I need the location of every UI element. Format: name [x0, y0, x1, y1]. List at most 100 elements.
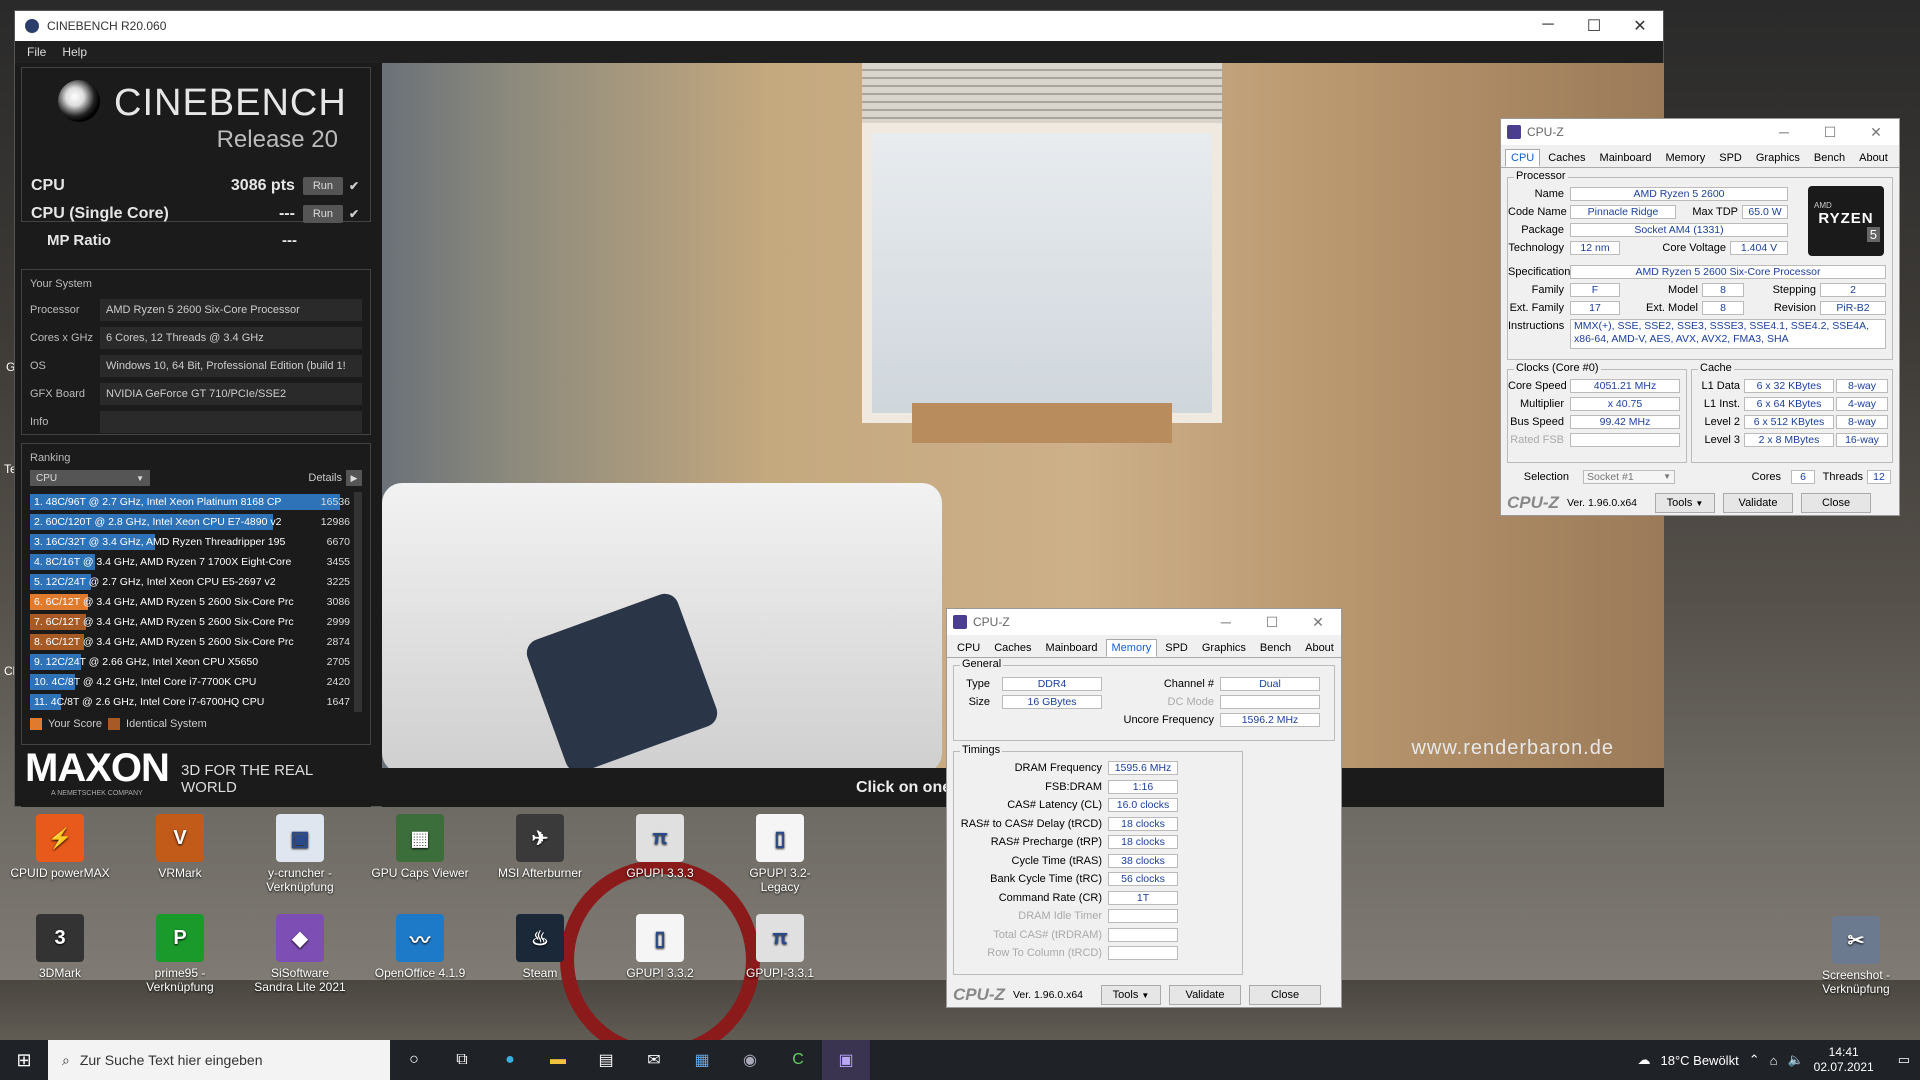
edge-icon[interactable]: ●: [486, 1040, 534, 1080]
close-app-button[interactable]: Close: [1801, 493, 1872, 513]
ranking-row[interactable]: 11. 4C/8T @ 2.6 GHz, Intel Core i7-6700H…: [30, 692, 362, 712]
maximize-button[interactable]: ☐: [1807, 124, 1853, 141]
ranking-row[interactable]: 2. 60C/120T @ 2.8 GHz, Intel Xeon CPU E7…: [30, 512, 362, 532]
desktop-icon[interactable]: V VRMark: [130, 814, 230, 880]
minimize-button[interactable]: ─: [1203, 614, 1249, 631]
single-check-icon[interactable]: ✔: [349, 207, 359, 221]
logo-title: CINEBENCH: [114, 82, 347, 124]
tab-caches[interactable]: Caches: [988, 639, 1037, 657]
desktop-icon[interactable]: ▦ GPU Caps Viewer: [370, 814, 470, 880]
close-button[interactable]: ✕: [1617, 16, 1663, 36]
tab-about[interactable]: About: [1299, 639, 1340, 657]
cpuz-memory-window[interactable]: CPU-Z ─ ☐ ✕ CPU Caches Mainboard Memory SPD G…: [946, 608, 1342, 1008]
ranking-row[interactable]: 6. 6C/12T @ 3.4 GHz, AMD Ryzen 5 2600 Si…: [30, 592, 362, 612]
timing-value: 56 clocks: [1108, 872, 1178, 886]
ranking-list[interactable]: 1. 48C/96T @ 2.7 GHz, Intel Xeon Platinu…: [30, 492, 362, 712]
maximize-button[interactable]: ☐: [1571, 16, 1617, 36]
taskbar-search[interactable]: ⌕ Zur Suche Text hier eingeben: [48, 1040, 390, 1080]
selection-dropdown[interactable]: Socket #1 ▼: [1583, 470, 1675, 484]
ranking-scrollbar[interactable]: [354, 492, 362, 712]
weather-text[interactable]: 18°C Bewölkt: [1661, 1053, 1739, 1068]
ranking-row[interactable]: 8. 6C/12T @ 3.4 GHz, AMD Ryzen 5 2600 Si…: [30, 632, 362, 652]
desktop-icon[interactable]: ✂ Screenshot - Verknüpfung: [1806, 916, 1906, 996]
mail-icon[interactable]: ✉: [630, 1040, 678, 1080]
tab-cpu[interactable]: CPU: [951, 639, 986, 657]
tab-about[interactable]: About: [1853, 149, 1894, 167]
minimize-button[interactable]: ─: [1525, 16, 1571, 36]
desktop-icon[interactable]: ▯ GPUPI 3.3.2: [610, 914, 710, 980]
cinebench-icon[interactable]: ◉: [726, 1040, 774, 1080]
tab-memory[interactable]: Memory: [1660, 149, 1712, 167]
ranking-row[interactable]: 7. 6C/12T @ 3.4 GHz, AMD Ryzen 5 2600 Si…: [30, 612, 362, 632]
minimize-button[interactable]: ─: [1761, 124, 1807, 141]
desktop-icon[interactable]: Pprime95 - Verknüpfung: [130, 914, 230, 994]
desktop-icon[interactable]: 〰 OpenOffice 4.1.9: [370, 914, 470, 980]
tab-bench[interactable]: Bench: [1254, 639, 1297, 657]
file-explorer-icon[interactable]: ▬: [534, 1040, 582, 1080]
tab-memory[interactable]: Memory: [1105, 639, 1158, 657]
tab-mainboard[interactable]: Mainboard: [1040, 639, 1104, 657]
gpu-tool-icon[interactable]: C: [774, 1040, 822, 1080]
clock[interactable]: 14:41 02.07.2021: [1814, 1045, 1874, 1075]
validate-button[interactable]: Validate: [1723, 493, 1794, 513]
tab-cpu[interactable]: CPU: [1505, 149, 1541, 167]
desktop-icon[interactable]: ✈ MSI Afterburner: [490, 814, 590, 880]
tab-graphics[interactable]: Graphics: [1750, 149, 1806, 167]
windows-start-icon[interactable]: ⊞: [0, 1040, 48, 1080]
tab-caches[interactable]: Caches: [1542, 149, 1591, 167]
desktop-icon[interactable]: π GPUPI 3.3.3: [610, 814, 710, 880]
ranking-row[interactable]: 5. 12C/24T @ 2.7 GHz, Intel Xeon CPU E5-…: [30, 572, 362, 592]
volume-icon[interactable]: 🔈: [1787, 1052, 1803, 1068]
desktop-icon[interactable]: π GPUPI-3.3.1: [730, 914, 830, 980]
ranking-row[interactable]: 10. 4C/8T @ 4.2 GHz, Intel Core i7-7700K…: [30, 672, 362, 692]
clock-date: 02.07.2021: [1813, 1060, 1874, 1074]
tab-graphics[interactable]: Graphics: [1196, 639, 1252, 657]
desktop-icon[interactable]: 3 3DMark: [10, 914, 110, 980]
tab-bench[interactable]: Bench: [1808, 149, 1851, 167]
menu-help[interactable]: Help: [62, 45, 87, 59]
chevron-up-icon[interactable]: ⌃: [1749, 1052, 1760, 1068]
ranking-row[interactable]: 9. 12C/24T @ 2.66 GHz, Intel Xeon CPU X5…: [30, 652, 362, 672]
ranking-row[interactable]: 1. 48C/96T @ 2.7 GHz, Intel Xeon Platinu…: [30, 492, 362, 512]
menu-file[interactable]: File: [27, 45, 46, 59]
cpuz-cpu-window[interactable]: CPU-Z ─ ☐ ✕ CPU Caches Mainboard Memory SPD G…: [1500, 118, 1900, 516]
cpuz-titlebar[interactable]: CPU-Z ─ ☐ ✕: [947, 609, 1341, 635]
close-button[interactable]: ✕: [1853, 124, 1899, 141]
store-icon[interactable]: ▤: [582, 1040, 630, 1080]
cpuz-icon[interactable]: ▣: [822, 1040, 870, 1080]
desktop-icon[interactable]: ▯ GPUPI 3.2- Legacy: [730, 814, 830, 894]
close-button[interactable]: ✕: [1295, 614, 1341, 631]
cpu-check-icon[interactable]: ✔: [349, 179, 359, 193]
cpuz-titlebar[interactable]: CPU-Z ─ ☐ ✕: [1501, 119, 1899, 145]
desktop-icon[interactable]: ◆ SiSoftware Sandra Lite 2021: [250, 914, 350, 994]
tools-button[interactable]: Tools ▼: [1101, 985, 1162, 1005]
notification-icon[interactable]: ▭: [1898, 1052, 1910, 1068]
tab-spd[interactable]: SPD: [1159, 639, 1194, 657]
cinebench-window[interactable]: CINEBENCH R20.060 ─ ☐ ✕ File Help CINEBE…: [14, 10, 1664, 807]
single-run-button[interactable]: Run: [302, 205, 343, 223]
legend-yours-swatch: [30, 718, 42, 730]
tab-spd[interactable]: SPD: [1713, 149, 1748, 167]
desktop-icon[interactable]: ▣ y-cruncher - Verknüpfung: [250, 814, 350, 894]
tab-mainboard[interactable]: Mainboard: [1594, 149, 1658, 167]
cinebench-titlebar[interactable]: CINEBENCH R20.060 ─ ☐ ✕: [15, 11, 1663, 41]
maximize-button[interactable]: ☐: [1249, 614, 1295, 631]
desktop-icon[interactable]: ⚡ CPUID powerMAX: [10, 814, 110, 880]
close-app-button[interactable]: Close: [1249, 985, 1322, 1005]
network-icon[interactable]: ⌂: [1770, 1053, 1778, 1068]
details-button[interactable]: ▶: [346, 470, 362, 486]
ranking-select[interactable]: CPU ▼: [30, 470, 150, 486]
ranking-row[interactable]: 3. 16C/32T @ 3.4 GHz, AMD Ryzen Threadri…: [30, 532, 362, 552]
ranking-row[interactable]: 4. 8C/16T @ 3.4 GHz, AMD Ryzen 7 1700X E…: [30, 552, 362, 572]
cortana-icon[interactable]: ○: [390, 1040, 438, 1080]
task-view-icon[interactable]: ⧉: [438, 1040, 486, 1080]
weather-icon[interactable]: ☁: [1638, 1052, 1651, 1068]
validate-button[interactable]: Validate: [1169, 985, 1242, 1005]
cpuid-icon[interactable]: ▦: [678, 1040, 726, 1080]
l3-label: Level 3: [1704, 434, 1740, 446]
desktop-icon[interactable]: ♨ Steam: [490, 914, 590, 980]
tools-button[interactable]: Tools ▼: [1655, 493, 1716, 513]
timing-label: Cycle Time (tRAS): [1011, 854, 1102, 867]
cpuz-brand: CPU-Z: [1507, 493, 1559, 512]
cpu-run-button[interactable]: Run: [302, 177, 343, 195]
